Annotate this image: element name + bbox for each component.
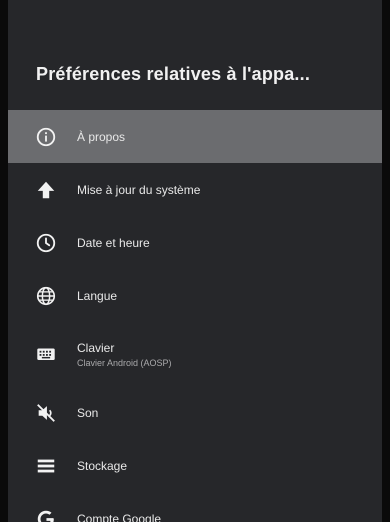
menu-item-keyboard[interactable]: Clavier Clavier Android (AOSP) — [8, 322, 382, 386]
menu-item-about[interactable]: À propos — [8, 110, 382, 163]
menu-item-text: Clavier Clavier Android (AOSP) — [77, 341, 372, 368]
menu-item-text: Son — [77, 406, 372, 420]
menu-item-sublabel: Clavier Android (AOSP) — [77, 357, 172, 368]
menu-item-text: Date et heure — [77, 236, 372, 250]
menu-item-text: À propos — [77, 130, 372, 144]
menu-item-date-time[interactable]: Date et heure — [8, 216, 382, 269]
settings-menu: À propos Mise à jour du système Date et … — [8, 110, 382, 522]
menu-item-text: Mise à jour du système — [77, 183, 372, 197]
speaker-muted-icon — [35, 402, 57, 424]
menu-item-storage[interactable]: Stockage — [8, 439, 382, 492]
menu-item-label: À propos — [77, 129, 126, 144]
menu-item-language[interactable]: Langue — [8, 269, 382, 322]
globe-icon — [35, 285, 57, 307]
menu-item-label: Compte Google — [77, 511, 162, 522]
menu-item-label: Son — [77, 405, 99, 420]
menu-item-label: Langue — [77, 288, 118, 303]
menu-item-text: Stockage — [77, 459, 372, 473]
menu-item-label: Clavier — [77, 340, 115, 355]
keyboard-icon — [35, 343, 57, 365]
google-icon — [35, 508, 57, 522]
menu-item-label: Date et heure — [77, 235, 150, 250]
storage-icon — [35, 455, 57, 477]
panel-header: Préférences relatives à l'appa... — [8, 0, 382, 110]
info-icon — [35, 126, 57, 148]
menu-item-label: Mise à jour du système — [77, 182, 201, 197]
page-title: Préférences relatives à l'appa... — [36, 64, 311, 84]
settings-panel: Préférences relatives à l'appa... À prop… — [8, 0, 382, 522]
menu-item-system-update[interactable]: Mise à jour du système — [8, 163, 382, 216]
menu-item-label: Stockage — [77, 458, 128, 473]
menu-item-text: Compte Google — [77, 512, 372, 522]
menu-item-sound[interactable]: Son — [8, 386, 382, 439]
clock-icon — [35, 232, 57, 254]
upload-arrow-icon — [35, 179, 57, 201]
menu-item-google-account[interactable]: Compte Google — [8, 492, 382, 522]
menu-item-text: Langue — [77, 289, 372, 303]
